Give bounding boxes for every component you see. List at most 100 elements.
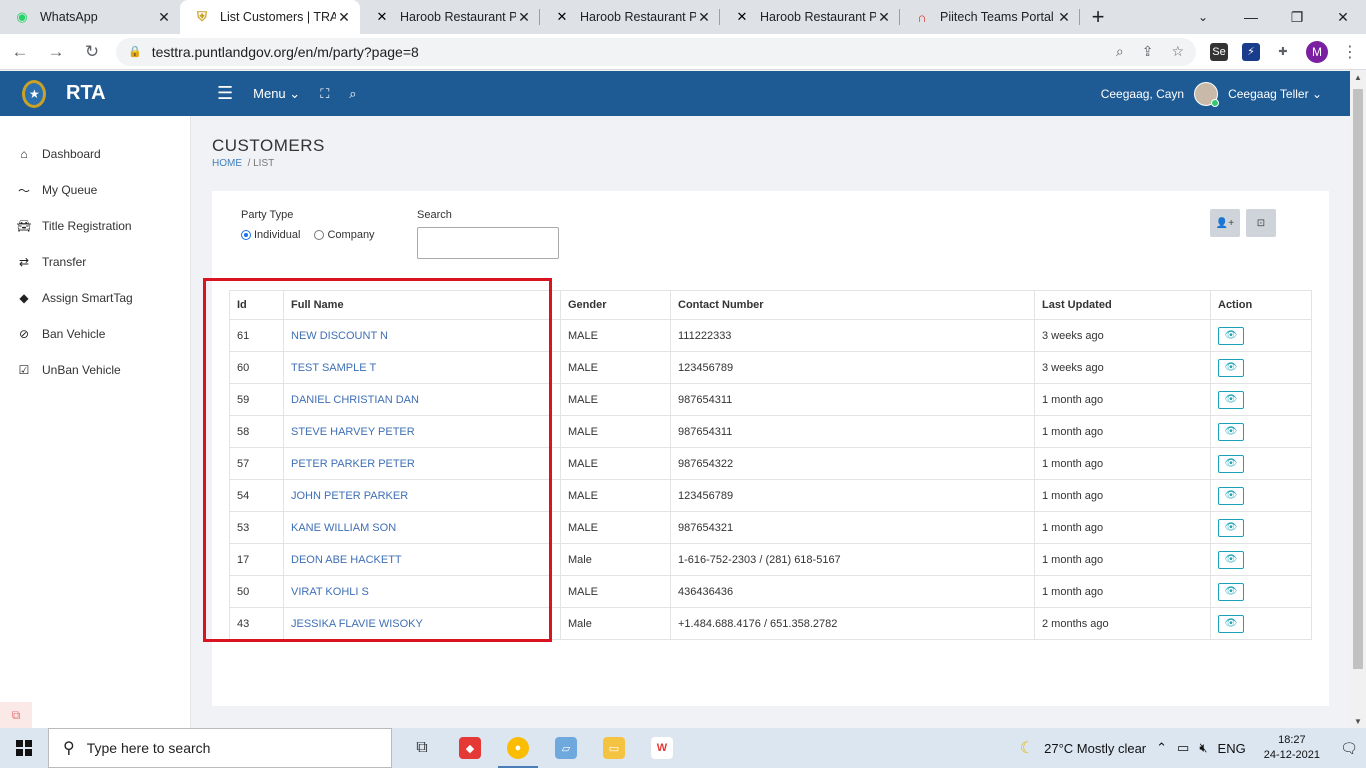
view-button[interactable]: 👁︎ — [1218, 390, 1244, 409]
clock[interactable]: 18:27 24-12-2021 — [1264, 733, 1320, 763]
anydesk-taskbar-app[interactable]: ◆ — [446, 728, 494, 768]
battery-icon[interactable]: ▭ — [1177, 740, 1189, 756]
address-bar[interactable]: 🔒 testtra.puntlandgov.org/en/m/party?pag… — [116, 37, 1196, 66]
profile-avatar[interactable]: M — [1306, 40, 1328, 63]
customer-name-link[interactable]: PETER PARKER PETER — [283, 447, 561, 480]
customer-name-link[interactable]: KANE WILLIAM SON — [283, 511, 561, 544]
chrome-taskbar-app[interactable]: ● — [494, 728, 542, 768]
view-button[interactable]: 👁︎ — [1218, 454, 1244, 473]
chevron-up-icon[interactable]: ⌃ — [1156, 740, 1167, 756]
close-window-button[interactable]: ✕ — [1320, 0, 1366, 34]
view-button[interactable]: 👁︎ — [1218, 550, 1244, 569]
start-button[interactable] — [0, 728, 48, 768]
browser-tab[interactable]: ✕ Haroob Restaurant PC ✕ — [720, 0, 900, 34]
view-button[interactable]: 👁︎ — [1218, 326, 1244, 345]
sidebar-item-transfer[interactable]: ⇄ Transfer — [0, 244, 190, 280]
radio-individual[interactable]: Individual — [241, 229, 300, 241]
browser-tab[interactable]: ✕ Haroob Restaurant PC ✕ — [360, 0, 540, 34]
search-input[interactable] — [417, 227, 559, 259]
radio-company[interactable]: Company — [314, 229, 375, 241]
restore-button[interactable]: ❐ — [1274, 0, 1320, 34]
col-gender[interactable]: Gender — [560, 290, 671, 320]
speaker-muted-icon[interactable]: 🔇︎ — [1199, 740, 1207, 756]
sidebar-item-unban-vehicle[interactable]: ☑ UnBan Vehicle — [0, 352, 190, 388]
notifications-icon[interactable]: 🗨︎ — [1338, 737, 1360, 759]
selenium-extension-icon[interactable]: Se — [1210, 42, 1228, 61]
fullscreen-icon[interactable]: ⛶ — [320, 86, 329, 102]
add-user-button[interactable]: 👤+ — [1210, 209, 1240, 237]
customer-name-link[interactable]: JOHN PETER PARKER — [283, 479, 561, 512]
breadcrumb-home[interactable]: HOME — [212, 158, 242, 169]
scrollbar-thumb[interactable] — [1353, 89, 1363, 669]
view-button[interactable]: 👁︎ — [1218, 358, 1244, 377]
user-menu[interactable]: Ceegaag Teller ⌄ — [1228, 87, 1322, 101]
sidebar-item-ban-vehicle[interactable]: ⊘ Ban Vehicle — [0, 316, 190, 352]
cell-id: 50 — [229, 575, 284, 608]
cell-contact: +1.484.688.4176 / 651.358.2782 — [670, 607, 1035, 640]
close-tab-icon[interactable]: ✕ — [336, 9, 352, 26]
new-tab-button[interactable]: + — [1080, 0, 1116, 34]
hamburger-icon[interactable]: ☰ — [217, 83, 233, 104]
back-button[interactable]: ← — [4, 36, 36, 68]
view-button[interactable]: 👁︎ — [1218, 518, 1244, 537]
browser-tab[interactable]: ⛨ List Customers | TRA A ✕ — [180, 0, 360, 34]
taskbar-search[interactable]: ⚲ Type here to search — [48, 728, 392, 768]
sidebar-item-assign-smarttag[interactable]: ◆ Assign SmartTag — [0, 280, 190, 316]
col-contact[interactable]: Contact Number — [670, 290, 1035, 320]
sidebar-item-title-registration[interactable]: 🚘︎ Title Registration — [0, 208, 190, 244]
radio-selected-icon[interactable] — [241, 230, 251, 240]
weather-text[interactable]: 27°C Mostly clear — [1044, 741, 1146, 756]
customer-name-link[interactable]: NEW DISCOUNT N — [283, 319, 561, 352]
customer-name-link[interactable]: STEVE HARVEY PETER — [283, 415, 561, 448]
close-tab-icon[interactable]: ✕ — [516, 9, 532, 26]
browser-tab[interactable]: ✕ Haroob Restaurant PC ✕ — [540, 0, 720, 34]
col-full-name[interactable]: Full Name — [283, 290, 561, 320]
cell-id: 59 — [229, 383, 284, 416]
col-last-updated[interactable]: Last Updated — [1034, 290, 1211, 320]
col-id[interactable]: Id — [229, 290, 284, 320]
export-button[interactable]: ⊡ — [1246, 209, 1276, 237]
sidebar-item-my-queue[interactable]: 〜 My Queue — [0, 172, 190, 208]
language-indicator[interactable]: ENG — [1218, 741, 1246, 756]
wps-taskbar-app[interactable]: W — [638, 728, 686, 768]
view-button[interactable]: 👁︎ — [1218, 422, 1244, 441]
close-tab-icon[interactable]: ✕ — [1056, 9, 1072, 26]
extensions-puzzle-icon[interactable]: ✚ — [1274, 43, 1292, 61]
customer-name-link[interactable]: TEST SAMPLE T — [283, 351, 561, 384]
scroll-down-icon[interactable]: ▼ — [1354, 717, 1362, 726]
share-icon[interactable]: ⇪ — [1142, 43, 1154, 60]
customer-name-link[interactable]: VIRAT KOHLI S — [283, 575, 561, 608]
radio-unselected-icon[interactable] — [314, 230, 325, 240]
close-tab-icon[interactable]: ✕ — [156, 9, 172, 26]
reload-button[interactable]: ↻ — [76, 36, 108, 68]
user-avatar[interactable] — [1194, 81, 1220, 107]
forward-button[interactable]: → — [40, 36, 72, 68]
customer-name-link[interactable]: DEON ABE HACKETT — [283, 543, 561, 576]
brand[interactable]: ★ RTA — [0, 71, 191, 116]
bolt-extension-icon[interactable]: ⚡ — [1242, 42, 1260, 61]
customer-name-link[interactable]: JESSIKA FLAVIE WISOKY — [283, 607, 561, 640]
menu-dropdown[interactable]: Menu ⌄ — [253, 86, 300, 102]
minimize-button[interactable]: — — [1228, 0, 1274, 34]
browser-tab[interactable]: ◉ WhatsApp ✕ — [0, 0, 180, 34]
view-button[interactable]: 👁︎ — [1218, 614, 1244, 633]
view-button[interactable]: 👁︎ — [1218, 486, 1244, 505]
customer-name-link[interactable]: DANIEL CHRISTIAN DAN — [283, 383, 561, 416]
scroll-up-icon[interactable]: ▲ — [1354, 73, 1362, 82]
corner-badge-icon[interactable]: ⧉ — [0, 702, 32, 728]
browser-tab[interactable]: ∩ Piitech Teams Portal ✕ — [900, 0, 1080, 34]
zoom-icon[interactable]: ⌕ — [1116, 43, 1124, 60]
browser-menu-icon[interactable]: ⋮ — [1342, 42, 1358, 62]
tab-search-icon[interactable]: ⌄ — [1188, 0, 1218, 34]
close-tab-icon[interactable]: ✕ — [696, 9, 712, 26]
close-tab-icon[interactable]: ✕ — [876, 9, 892, 26]
view-button[interactable]: 👁︎ — [1218, 582, 1244, 601]
bookmark-star-icon[interactable]: ☆ — [1171, 43, 1184, 60]
search-icon[interactable]: ⌕ — [349, 86, 356, 102]
sidebar-item-dashboard[interactable]: ⌂ Dashboard — [0, 136, 190, 172]
party-type-filter: Party Type Individual Company — [241, 209, 375, 241]
file-explorer-taskbar-app[interactable]: ▭ — [590, 728, 638, 768]
app-taskbar-app[interactable]: ▱ — [542, 728, 590, 768]
page-scrollbar[interactable]: ▲ ▼ — [1350, 71, 1366, 728]
task-view-button[interactable]: ⧉ — [398, 728, 446, 768]
